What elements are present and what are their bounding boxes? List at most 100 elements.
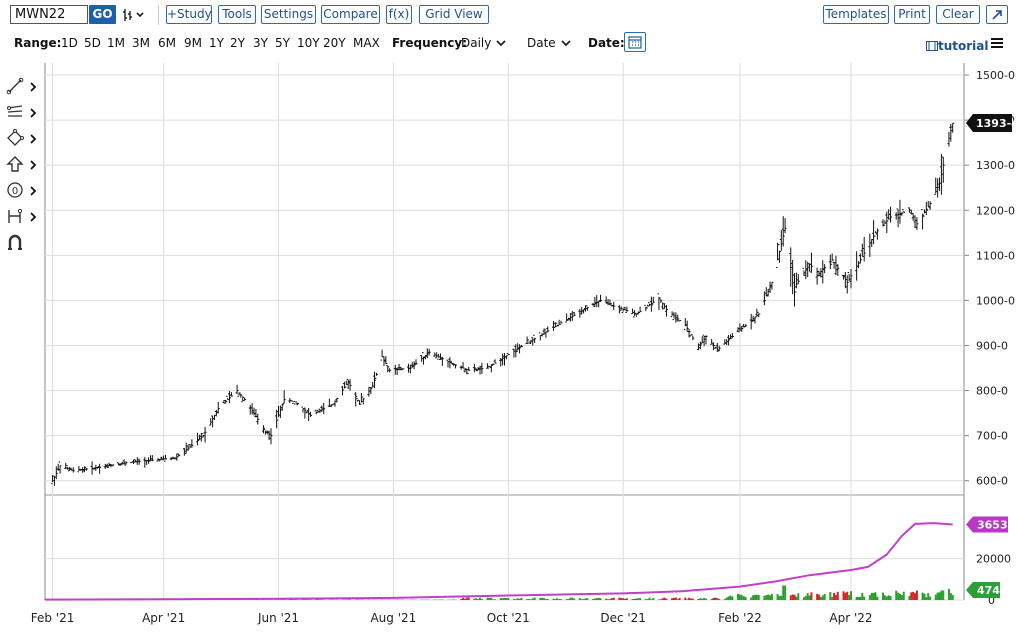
go-button[interactable]: GO: [89, 5, 116, 24]
menu-icon[interactable]: [990, 37, 1004, 52]
volume-bar: [797, 593, 800, 600]
volume-bar: [908, 595, 911, 600]
ohlc-bar: [781, 216, 785, 247]
calendar-icon[interactable]: [624, 32, 646, 52]
volume-bar: [479, 597, 482, 600]
volume-bar: [605, 598, 608, 600]
magnet-icon[interactable]: [6, 233, 38, 254]
range-6m[interactable]: 6M: [158, 34, 176, 52]
measure-tool-icon[interactable]: [6, 207, 38, 228]
ohlc-bar: [103, 463, 107, 469]
volume-bar: [531, 598, 534, 600]
volume-bar: [767, 594, 770, 600]
ohlc-bar: [175, 453, 179, 461]
volume-bar: [599, 598, 602, 600]
volume-bar: [804, 595, 807, 600]
arrow-tool-icon[interactable]: [6, 155, 38, 176]
ohlc-bar: [71, 467, 75, 473]
volume-bar: [806, 593, 809, 600]
volume-bar: [821, 595, 824, 600]
ohlc-bar: [591, 302, 595, 306]
range-1m[interactable]: 1M: [107, 34, 125, 52]
print-button[interactable]: Print: [894, 5, 930, 24]
ohlc-bar: [648, 302, 652, 307]
settings-button[interactable]: Settings: [261, 5, 316, 24]
range-3y[interactable]: 3Y: [253, 34, 268, 52]
range-9m[interactable]: 9M: [184, 34, 202, 52]
volume-bar: [505, 597, 508, 600]
volume-bar: [791, 594, 794, 600]
compare-button[interactable]: Compare: [321, 5, 380, 24]
ohlc-bar: [346, 379, 350, 390]
ohlc-bar: [580, 307, 584, 315]
tools-button[interactable]: Tools: [218, 5, 256, 24]
range-1d[interactable]: 1D: [61, 34, 78, 52]
volume-bar: [595, 598, 598, 600]
volume-bar: [895, 590, 898, 600]
ohlc-bar: [243, 397, 247, 402]
range-3m[interactable]: 3M: [132, 34, 150, 52]
ohlc-bar: [546, 326, 550, 333]
volume-bar: [882, 592, 885, 600]
ohlc-bar: [776, 242, 780, 269]
volume-bar: [765, 595, 768, 600]
ohlc-bar: [290, 399, 294, 402]
volume-bar: [910, 592, 913, 600]
ohlc-bar: [870, 238, 874, 248]
ohlc-bar: [446, 359, 450, 368]
ohlc-bar: [83, 466, 87, 473]
fx-button[interactable]: f(x): [386, 5, 412, 24]
range-max[interactable]: MAX: [353, 34, 380, 52]
symbol-input[interactable]: MWN22: [10, 5, 88, 24]
ohlc-bar: [359, 393, 363, 405]
volume-bar: [639, 598, 642, 600]
bar-style-icon[interactable]: [121, 6, 147, 24]
clear-button[interactable]: Clear: [936, 5, 980, 24]
range-5y[interactable]: 5Y: [275, 34, 290, 52]
fib-tool-icon[interactable]: [6, 103, 38, 124]
ohlc-bar: [593, 296, 597, 307]
line-tool-icon[interactable]: [6, 77, 38, 98]
text-tool-icon[interactable]: 0: [6, 181, 38, 202]
ohlc-bar: [305, 411, 309, 414]
ohlc-bar: [320, 405, 324, 412]
mode-select[interactable]: Date: [527, 34, 556, 52]
shape-tool-icon[interactable]: [6, 129, 38, 150]
range-5d[interactable]: 5D: [84, 34, 101, 52]
tutorial-link[interactable]: tutorial: [926, 39, 989, 53]
grid-view-button[interactable]: Grid View: [419, 5, 489, 24]
ohlc-bar: [293, 401, 297, 405]
volume-bar: [848, 595, 851, 600]
frequency-chevron-icon[interactable]: [495, 37, 507, 52]
ohlc-bar: [94, 464, 98, 471]
ohlc-bar: [288, 398, 292, 404]
expand-button[interactable]: [986, 5, 1008, 24]
ohlc-bar: [742, 323, 746, 328]
frequency-select[interactable]: Daily: [461, 34, 491, 52]
ohlc-bar: [132, 459, 136, 464]
volume-bar: [650, 599, 653, 600]
ohlc-bar: [54, 466, 58, 480]
ohlc-bar: [96, 466, 100, 469]
ohlc-bar: [427, 348, 431, 356]
range-2y[interactable]: 2Y: [230, 34, 245, 52]
templates-button[interactable]: Templates: [823, 5, 889, 24]
volume-bar: [703, 597, 706, 600]
range-20y[interactable]: 20Y: [323, 34, 346, 52]
ohlc-bar: [881, 219, 885, 227]
study-button[interactable]: +Study: [166, 5, 212, 24]
ohlc-bar: [399, 366, 403, 371]
ohlc-bar: [493, 359, 497, 364]
ohlc-bar: [947, 131, 951, 147]
ohlc-bar: [922, 209, 926, 217]
range-10y[interactable]: 10Y: [297, 34, 320, 52]
price-chart[interactable]: Feb '21 Apr '21 Jun '21 Aug '21 Oct '21 Dec '…: [0, 0, 1024, 632]
ohlc-bar: [412, 361, 416, 370]
mode-chevron-icon[interactable]: [560, 37, 572, 52]
ohlc-bar: [544, 329, 548, 338]
ohlc-bar: [928, 201, 932, 210]
x-tick-label: Dec '21: [600, 611, 646, 625]
volume-tick-label: 20000: [976, 553, 1011, 566]
volume-bar: [480, 598, 483, 600]
range-1y[interactable]: 1Y: [209, 34, 224, 52]
